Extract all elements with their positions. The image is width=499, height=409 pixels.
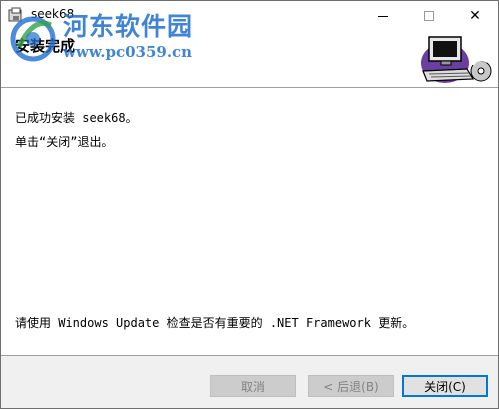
back-button[interactable]: < 后退(B) xyxy=(308,375,394,397)
close-button[interactable]: 关闭(C) xyxy=(402,375,488,397)
minimize-button[interactable] xyxy=(360,1,406,31)
windows-update-note: 请使用 Windows Update 检查是否有重要的 .NET Framewo… xyxy=(15,316,415,330)
computer-cd-icon xyxy=(415,31,495,90)
watermark-logo-icon xyxy=(9,13,61,66)
maximize-icon xyxy=(424,11,434,21)
maximize-button[interactable] xyxy=(406,1,452,31)
install-success-text: 已成功安装 seek68。 xyxy=(15,111,138,125)
minimize-icon xyxy=(378,15,388,17)
exit-instruction-text: 单击“关闭”退出。 xyxy=(15,135,114,149)
watermark-name: 河东软件园 xyxy=(63,12,194,41)
wizard-footer: 取消 < 后退(B) 关闭(C) xyxy=(1,356,498,408)
cancel-button[interactable]: 取消 xyxy=(210,375,296,397)
close-window-button[interactable]: ✕ xyxy=(452,1,498,31)
installer-window: seek68 ✕ 安装完成 河东软件园 www.pc0359.cn 已成功安装 … xyxy=(0,0,499,409)
watermark-url: www.pc0359.cn xyxy=(63,43,193,61)
close-icon: ✕ xyxy=(469,8,481,24)
wizard-body: 已成功安装 seek68。 单击“关闭”退出。 请使用 Windows Upda… xyxy=(1,88,498,355)
watermark: 河东软件园 www.pc0359.cn xyxy=(1,3,221,67)
